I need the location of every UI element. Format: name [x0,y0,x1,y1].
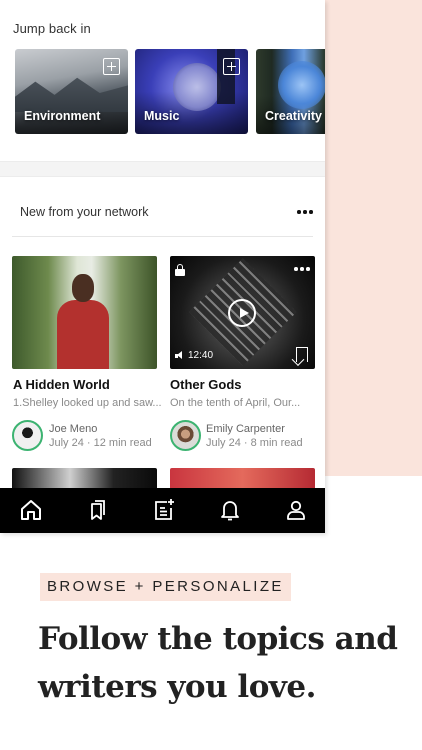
post-image-next[interactable] [12,468,157,490]
divider [12,236,313,237]
bookmarks-icon[interactable] [85,498,109,522]
drum-image [173,63,221,111]
audio-duration: 12:40 [175,350,213,361]
home-icon[interactable] [19,498,43,522]
post-meta: July 24 · 8 min read [206,437,303,449]
notifications-icon[interactable] [218,498,242,522]
person-head [72,274,94,302]
profile-icon[interactable] [284,498,308,522]
duration-label: 12:40 [188,350,214,361]
author-name[interactable]: Joe Meno [49,423,97,435]
more-options-icon[interactable] [294,267,310,271]
post-image-other-gods[interactable]: 12:40 [170,256,315,369]
topic-card-music[interactable]: Music [135,49,248,134]
more-options-icon[interactable] [296,204,314,218]
post-title[interactable]: A Hidden World [13,377,110,392]
new-story-icon[interactable] [152,498,176,522]
author-name[interactable]: Emily Carpenter [206,423,285,435]
speaker-icon [175,351,185,360]
follow-plus-icon[interactable] [223,58,240,75]
promo-tag: BROWSE + PERSONALIZE [40,573,291,601]
promo-headline: Follow the topics and writers you love. [38,621,398,705]
bookmark-icon[interactable] [296,347,308,362]
post-snippet: On the tenth of April, Our... [170,397,301,409]
topic-card-environment[interactable]: Environment [15,49,128,134]
post-meta: July 24 · 12 min read [49,437,152,449]
follow-plus-icon[interactable] [103,58,120,75]
person-figure [57,300,109,369]
smoke-image [278,61,325,109]
post-image-next[interactable] [170,468,315,490]
post-snippet: 1.Shelley looked up and saw... [13,397,161,409]
network-heading: New from your network [20,205,149,219]
tab-bar [0,488,325,533]
play-icon[interactable] [228,299,256,327]
jump-back-heading: Jump back in [13,21,91,36]
topic-label: Music [144,109,180,123]
post-title[interactable]: Other Gods [170,377,242,392]
peach-background [325,0,422,476]
topic-label: Creativity [265,109,322,123]
phone-screen: Jump back in Environment Music Creativit… [0,0,325,533]
avatar[interactable] [12,420,43,451]
section-divider [0,161,325,177]
avatar[interactable] [170,420,201,451]
post-image-hidden-world[interactable] [12,256,157,369]
lock-icon [175,264,185,276]
topic-card-creativity[interactable]: Creativity [256,49,325,134]
topic-label: Environment [24,109,101,123]
mountain-image [15,77,128,112]
